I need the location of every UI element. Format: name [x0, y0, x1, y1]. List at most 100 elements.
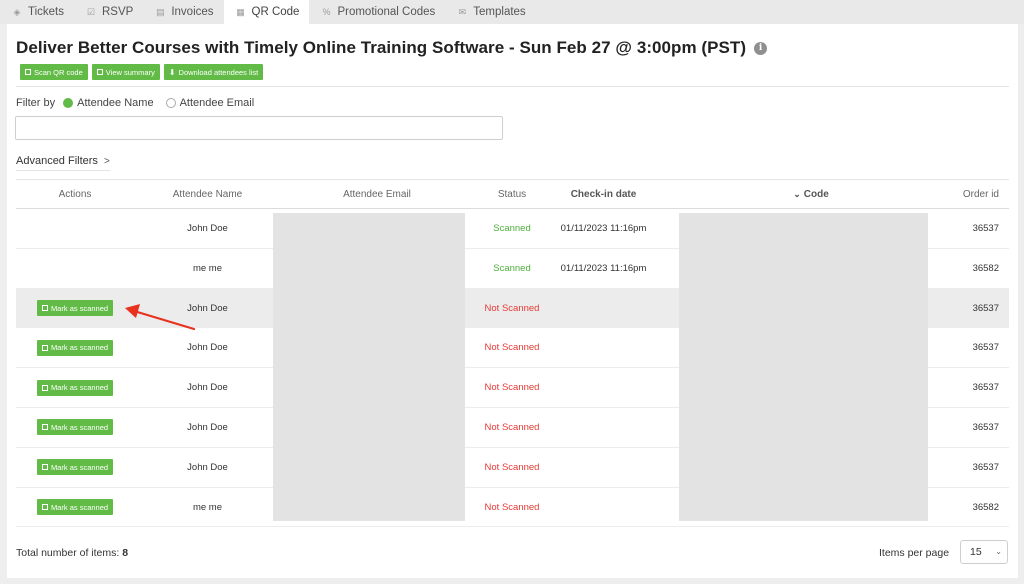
status-cell: Not Scanned: [484, 421, 540, 433]
table-header: Actions Attendee Name Attendee Email Sta…: [16, 179, 1009, 209]
col-status[interactable]: Status: [473, 180, 551, 209]
total-items-value: 8: [122, 547, 129, 559]
scan-qr-label: Scan QR code: [34, 67, 83, 77]
tab-label: Templates: [473, 6, 526, 18]
mark-as-scanned-button[interactable]: Mark as scanned: [36, 459, 114, 476]
actions-cell: Mark as scanned: [16, 328, 134, 367]
filter-row: Filter by Attendee Name Attendee Email: [16, 97, 258, 109]
checkin-date-cell: [551, 408, 656, 447]
checkin-date-cell: [551, 368, 656, 407]
tab-label: QR Code: [251, 6, 300, 18]
actions-cell: [16, 209, 134, 248]
download-attendees-button[interactable]: ⬇ Download attendees list: [163, 64, 264, 80]
percent-icon: %: [322, 7, 331, 17]
tab-templates[interactable]: ✉ Templates: [445, 0, 535, 24]
list-icon: [41, 464, 48, 471]
mark-as-scanned-label: Mark as scanned: [50, 422, 109, 432]
mark-as-scanned-label: Mark as scanned: [50, 383, 109, 393]
mark-as-scanned-button[interactable]: Mark as scanned: [36, 499, 114, 516]
view-summary-button[interactable]: View summary: [91, 64, 160, 80]
scan-qr-button[interactable]: Scan QR code: [20, 64, 88, 80]
order-id-cell: 36537: [972, 421, 999, 433]
list-icon: [41, 384, 48, 391]
order-id-cell: 36537: [972, 302, 999, 314]
qr-icon: ▦: [236, 6, 245, 17]
checkin-date-cell: 01/11/2023 11:16pm: [560, 223, 647, 234]
toolbar: Scan QR code View summary ⬇ Download atte…: [20, 64, 264, 80]
col-order-id[interactable]: Order id: [936, 180, 1009, 209]
page-title: Deliver Better Courses with Timely Onlin…: [16, 38, 747, 57]
mark-as-scanned-label: Mark as scanned: [50, 303, 109, 313]
tab-promotional-codes[interactable]: % Promotional Codes: [309, 0, 445, 24]
tab-bar: ◈ Tickets ☑ RSVP ▤ Invoices ▦ QR Code % Promo…: [0, 0, 1024, 24]
actions-cell: Mark as scanned: [16, 408, 134, 447]
list-icon: [41, 504, 48, 511]
download-label: Download attendees list: [178, 67, 259, 77]
col-checkin-date[interactable]: Check-in date: [551, 180, 656, 209]
total-items: Total number of items: 8: [16, 547, 128, 559]
envelope-icon: ✉: [458, 6, 467, 17]
list-icon: [41, 305, 48, 312]
status-cell: Not Scanned: [484, 501, 540, 513]
list-icon: [41, 344, 48, 351]
checkin-date-cell: [551, 328, 656, 367]
checkin-date-cell: [551, 289, 656, 328]
list-icon: [41, 424, 48, 431]
title-row: Deliver Better Courses with Timely Onlin…: [16, 38, 768, 58]
redacted-email-column: [273, 213, 465, 521]
actions-cell: Mark as scanned: [16, 488, 134, 527]
ticket-icon: ◈: [13, 6, 21, 17]
checkin-date-cell: [551, 488, 656, 527]
status-cell: Not Scanned: [484, 382, 540, 394]
filter-label: Filter by: [16, 97, 56, 109]
items-per-page-label: Items per page: [879, 547, 950, 559]
divider: [16, 86, 1009, 87]
qr-icon: [25, 69, 31, 75]
tab-tickets[interactable]: ◈ Tickets: [0, 0, 74, 24]
mark-as-scanned-label: Mark as scanned: [50, 343, 109, 353]
checkin-date-cell: [551, 448, 656, 487]
radio-attendee-name[interactable]: [63, 98, 74, 108]
document-icon: ▤: [156, 6, 165, 17]
download-icon: ⬇: [168, 67, 176, 77]
search-input[interactable]: [15, 116, 503, 140]
order-id-cell: 36582: [972, 501, 999, 513]
status-cell: Scanned: [493, 223, 531, 234]
advanced-filters-label: Advanced Filters: [16, 155, 98, 167]
col-code-label: Code: [803, 189, 829, 200]
attendee-name-cell: John Doe: [187, 382, 228, 394]
order-id-cell: 36537: [972, 461, 999, 473]
attendee-name-cell: John Doe: [187, 461, 228, 473]
actions-cell: [16, 249, 134, 288]
mark-as-scanned-button[interactable]: Mark as scanned: [36, 419, 114, 436]
advanced-filters-toggle[interactable]: Advanced Filters >: [16, 155, 110, 171]
view-summary-label: View summary: [105, 67, 155, 77]
col-attendee-name[interactable]: Attendee Name: [134, 180, 281, 209]
radio-attendee-email[interactable]: [165, 98, 176, 108]
status-cell: Not Scanned: [484, 302, 540, 314]
mark-as-scanned-button[interactable]: Mark as scanned: [36, 379, 114, 396]
actions-cell: Mark as scanned: [16, 289, 134, 328]
tab-rsvp[interactable]: ☑ RSVP: [74, 0, 143, 24]
attendee-name-cell: me me: [192, 501, 223, 513]
attendee-name-cell: John Doe: [187, 421, 228, 433]
radio-attendee-name-label[interactable]: Attendee Name: [77, 97, 153, 109]
col-actions: Actions: [58, 189, 92, 200]
chevron-right-icon: >: [103, 155, 110, 167]
tab-invoices[interactable]: ▤ Invoices: [143, 0, 223, 24]
info-icon[interactable]: i: [754, 41, 768, 55]
chevron-down-icon: ⌄: [995, 547, 1002, 556]
tab-qr-code[interactable]: ▦ QR Code: [223, 0, 310, 24]
items-per-page-select[interactable]: 15 ⌄: [960, 540, 1008, 564]
redacted-code-column: [679, 213, 928, 521]
radio-attendee-email-label[interactable]: Attendee Email: [180, 97, 255, 109]
actions-cell: Mark as scanned: [16, 448, 134, 487]
mark-as-scanned-button[interactable]: Mark as scanned: [36, 339, 114, 356]
mark-as-scanned-button[interactable]: Mark as scanned: [36, 300, 114, 317]
col-code[interactable]: ⌄ Code: [686, 180, 936, 209]
tab-label: Promotional Codes: [337, 6, 436, 18]
col-attendee-email[interactable]: Attendee Email: [281, 180, 473, 209]
order-id-cell: 36537: [972, 342, 999, 354]
tab-label: Tickets: [28, 6, 64, 18]
order-id-cell: 36537: [972, 223, 999, 234]
